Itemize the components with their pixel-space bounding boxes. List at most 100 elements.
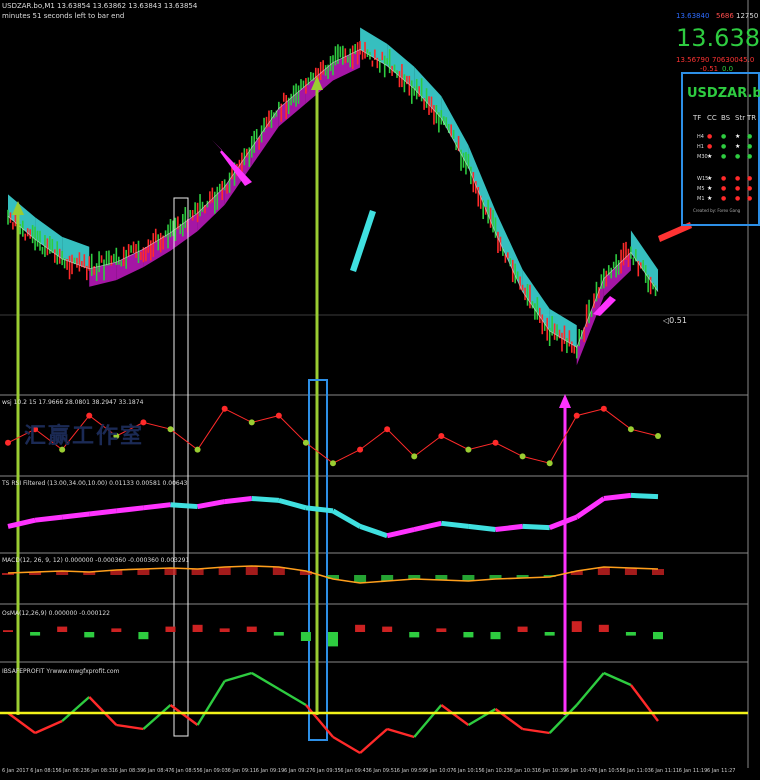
price-marker: ◁0.51 <box>663 316 687 325</box>
osc2-segment <box>61 511 90 520</box>
osc2-segment <box>34 514 63 523</box>
col-bs: BS <box>721 114 731 122</box>
osc1-line-point <box>221 405 228 412</box>
ticker-signal-dot: ★ <box>707 153 713 160</box>
x-tick-label: 6 Jan 2017 <box>2 768 29 774</box>
osc1-line-point <box>655 433 661 439</box>
ticker-signal-dot: ● <box>721 153 727 160</box>
osc2-segment <box>441 520 469 529</box>
profit-segment <box>332 735 361 755</box>
x-tick-label: 6 Jan 09:43 <box>340 768 369 774</box>
macd-bar <box>191 569 204 575</box>
arrow-magenta-head <box>559 394 571 408</box>
osma-bar <box>3 630 13 632</box>
profit-segment <box>522 727 550 735</box>
current-price: 13.63854 <box>676 24 760 52</box>
osma-bar <box>409 632 420 638</box>
ribbon-segment <box>360 27 388 66</box>
osma-bar <box>382 626 393 632</box>
osc1-line-point <box>465 446 472 453</box>
profit-segment <box>575 672 605 706</box>
profit-segment <box>61 696 91 722</box>
osc1-line-point <box>411 453 418 460</box>
osma-bar <box>57 626 68 632</box>
osma-bar <box>571 621 582 632</box>
ticker-signal-dot: ● <box>747 143 753 150</box>
profit-segment <box>251 671 280 691</box>
chart-title: USDZAR.bo,M1 13.63854 13.63862 13.63843 … <box>2 2 198 10</box>
chart-canvas <box>0 0 749 768</box>
ribbon-segment <box>278 85 306 127</box>
ticker-signal-dot: ★ <box>707 175 713 182</box>
osma-bar <box>219 628 230 632</box>
osc2-segment <box>88 508 117 517</box>
ticker-signal-dot: ● <box>735 195 741 202</box>
x-tick-label: 6 Jan 08:39 <box>114 768 144 774</box>
bar-countdown: minutes 51 seconds left to bar end <box>2 12 125 20</box>
profit-segment <box>142 704 172 730</box>
ticker-row-label: H4 <box>697 134 704 140</box>
ticker-signal-dot: ● <box>721 143 727 150</box>
profit-segment <box>467 707 497 727</box>
osma-bar <box>517 626 528 632</box>
x-tick-label: 6 Jan 10:15 <box>453 768 482 774</box>
profit-segment <box>34 719 63 735</box>
ticker-panel: USDZAR.bo TF CC BS Str TR H4●●★●H1●●★●M3… <box>681 72 760 226</box>
osc2-segment <box>575 496 606 520</box>
osc1-line-point <box>546 460 553 467</box>
macd-label: MACD(12, 26, 9, 12) 0.000000 -0.000360 -… <box>2 557 190 564</box>
ticker-signal-dot: ★ <box>735 133 741 140</box>
profit-segment <box>548 704 578 734</box>
ask-quote: 5686 <box>716 12 734 20</box>
highlight-box-white <box>173 197 189 737</box>
profit-segment <box>603 671 632 687</box>
osc2-segment <box>224 496 253 505</box>
osc1-line-point <box>248 419 255 426</box>
ticker-signal-dot: ● <box>707 133 713 140</box>
osma-bar <box>625 632 636 636</box>
osma-bar <box>246 626 257 632</box>
osma-bar <box>192 624 203 632</box>
ribbon-segment <box>468 145 496 233</box>
macd-bar <box>652 569 664 575</box>
x-tick-label: 6 Jan 08:23 <box>58 768 87 774</box>
ticker-row-label: H1 <box>697 144 704 150</box>
osc2-segment <box>522 523 550 531</box>
ribbon-segment <box>522 269 550 331</box>
osc1-line-point <box>519 453 526 460</box>
osc2-segment <box>495 523 523 532</box>
x-tick-label: 6 Jan 10:23 <box>481 768 510 774</box>
extra-quote: 12750 <box>736 12 759 20</box>
author-credit: Created by: Forex Gang <box>693 208 741 213</box>
macd-bar <box>245 566 258 575</box>
x-tick-label: 6 Jan 08:15 <box>30 768 59 774</box>
ribbon-segment <box>333 49 361 81</box>
macd-bar <box>624 568 637 575</box>
ticker-signal-dot: ● <box>721 195 727 202</box>
x-tick-label: 6 Jan 10:39 <box>537 768 567 774</box>
x-tick-label: 6 Jan 11:27 <box>707 768 736 774</box>
osma-bar <box>355 624 366 632</box>
osc1-line-point <box>438 433 445 439</box>
ribbon-segment <box>630 230 658 292</box>
price-mark-value: 0.51 <box>669 316 687 325</box>
x-tick-label: 6 Jan 09:51 <box>368 768 398 774</box>
col-tf: TF <box>693 114 702 122</box>
x-tick-label: 6 Jan 10:47 <box>566 768 595 774</box>
osc1-line-point <box>384 426 391 433</box>
profit-segment <box>386 727 415 739</box>
osc2-segment <box>116 505 144 514</box>
ribbon-segment <box>576 278 604 366</box>
profit-segment <box>629 684 659 722</box>
osc2-segment <box>278 497 307 511</box>
ticker-signal-dot: ★ <box>735 143 741 150</box>
osc2-segment <box>170 502 198 510</box>
profit-segment <box>116 723 144 731</box>
x-tick-label: 6 Jan 10:55 <box>594 768 623 774</box>
profit-segment <box>7 712 36 734</box>
osc1-line-point <box>330 460 336 467</box>
osc1-line-point <box>167 426 174 433</box>
ribbon-segment <box>441 96 469 168</box>
ticker-signal-dot: ● <box>747 175 753 182</box>
osc1-line-point <box>5 439 11 446</box>
